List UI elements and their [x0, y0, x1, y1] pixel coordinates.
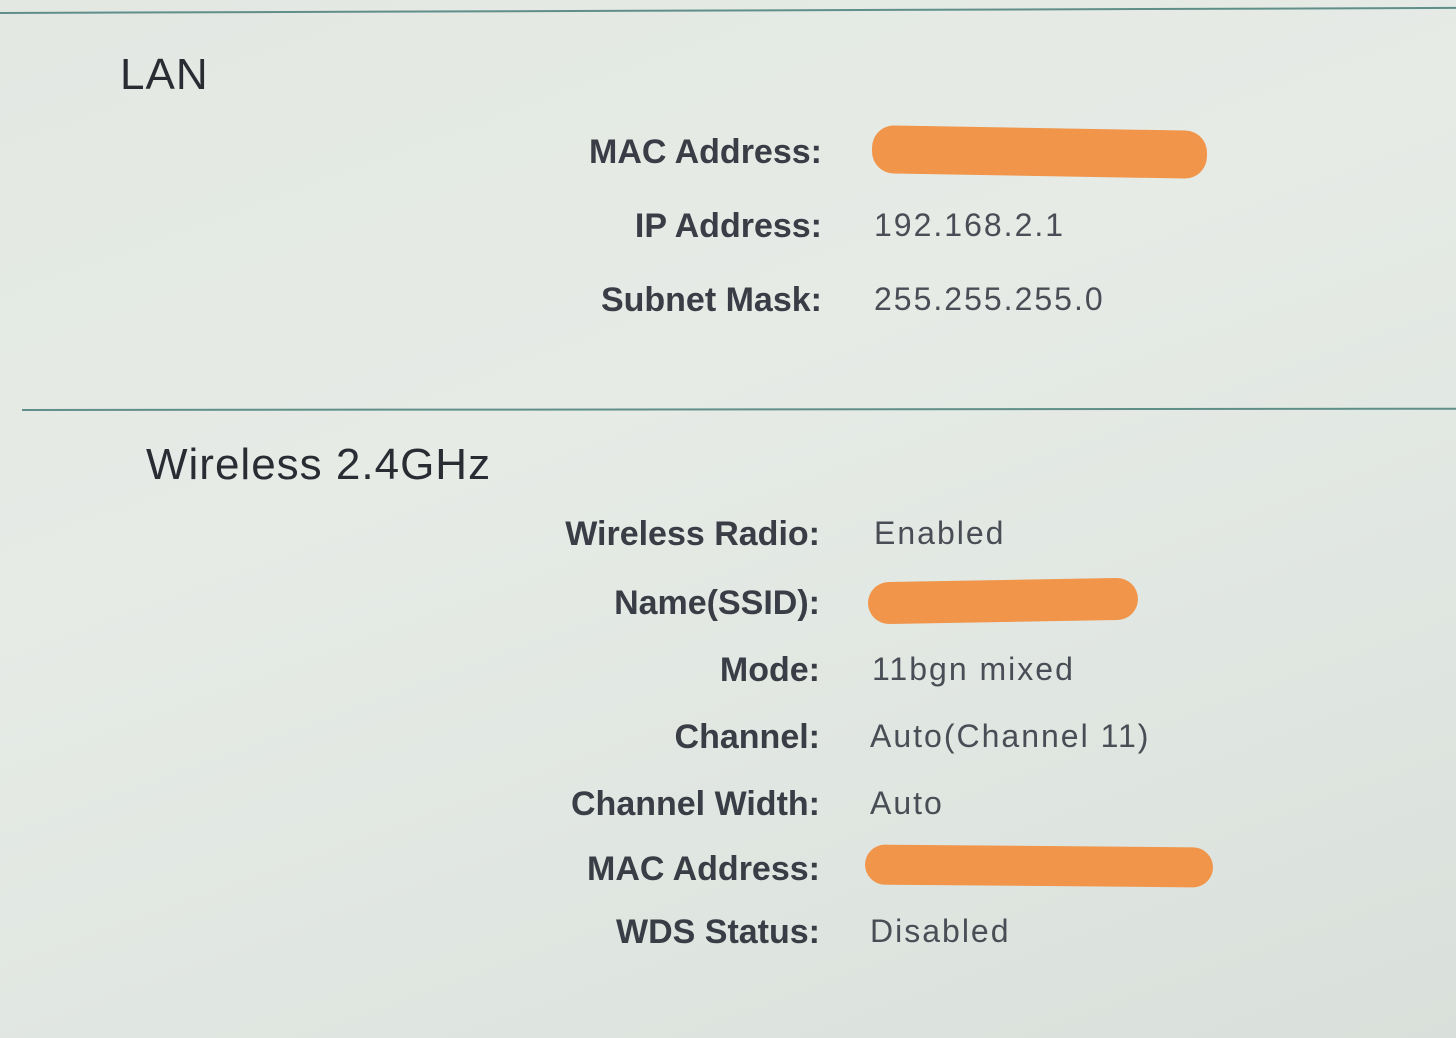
wireless-mode-label: Mode:: [719, 651, 820, 689]
wireless-channel-row: Channel:: [0, 718, 820, 758]
wireless-mac-label: MAC Address:: [587, 850, 820, 888]
lan-mac-redaction: [871, 125, 1208, 179]
wireless-section-title: Wireless 2.4GHz: [146, 440, 492, 489]
lan-ip-label: IP Address:: [634, 207, 822, 245]
wireless-mode-row: Mode:: [0, 651, 820, 691]
wireless-channel-label: Channel:: [674, 718, 820, 756]
lan-subnet-row: Subnet Mask:: [0, 281, 822, 321]
wireless-width-row: Channel Width:: [0, 785, 820, 825]
wireless-ssid-row: Name(SSID):: [0, 584, 820, 624]
lan-subnet-value: 255.255.255.0: [874, 281, 1105, 317]
lan-mac-row: MAC Address:: [0, 133, 822, 173]
wireless-mac-row: MAC Address:: [0, 850, 820, 890]
wireless-radio-label: Wireless Radio:: [565, 515, 820, 553]
lan-section-title: LAN: [120, 50, 209, 99]
lan-ip-value: 192.168.2.1: [874, 207, 1066, 243]
top-divider: [0, 6, 1456, 14]
wireless-ssid-redaction: [867, 577, 1139, 625]
wireless-ssid-label: Name(SSID):: [614, 584, 820, 622]
wireless-wds-row: WDS Status:: [0, 913, 820, 953]
lan-subnet-label: Subnet Mask:: [600, 281, 822, 319]
wireless-radio-value: Enabled: [874, 515, 1006, 551]
section-divider: [21, 407, 1456, 411]
lan-ip-row: IP Address:: [0, 207, 822, 247]
wireless-width-label: Channel Width:: [571, 785, 820, 823]
wireless-mac-redaction: [864, 844, 1214, 888]
lan-mac-label: MAC Address:: [589, 133, 822, 171]
wireless-channel-value: Auto(Channel 11): [870, 718, 1151, 754]
wireless-width-value: Auto: [870, 785, 944, 821]
wireless-radio-row: Wireless Radio:: [0, 515, 820, 555]
wireless-wds-value: Disabled: [870, 913, 1011, 949]
wireless-mode-value: 11bgn mixed: [872, 651, 1075, 687]
wireless-wds-label: WDS Status:: [616, 913, 820, 951]
